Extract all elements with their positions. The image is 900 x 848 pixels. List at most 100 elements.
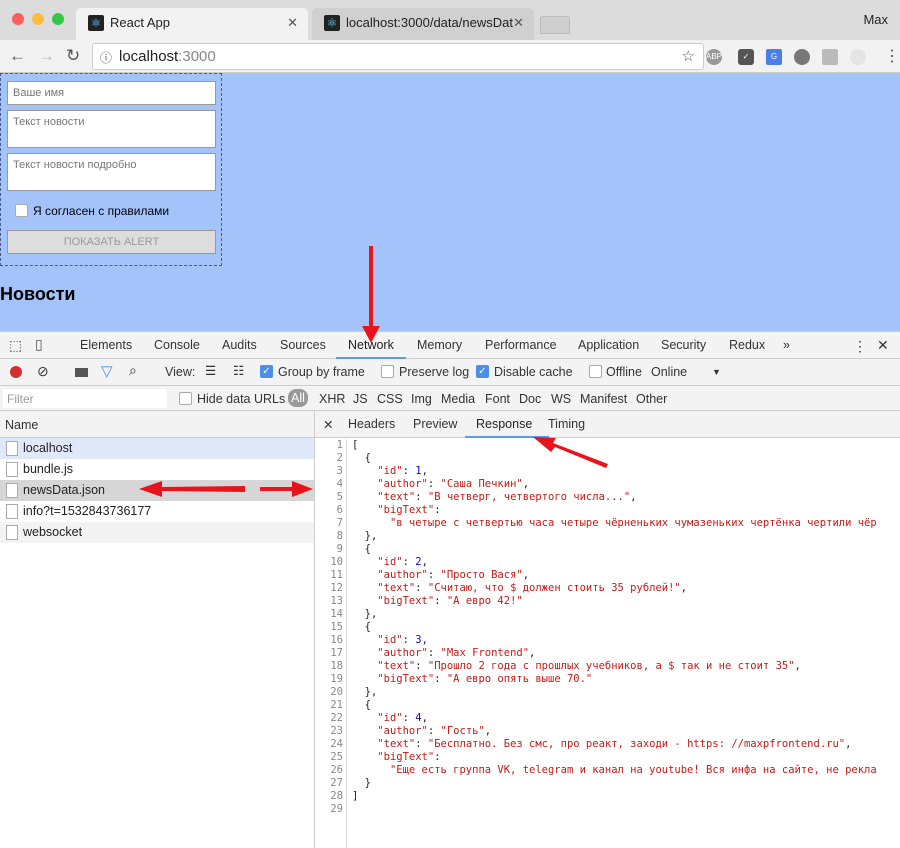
filter-type-img[interactable]: Img <box>411 392 432 406</box>
close-devtools-icon[interactable]: ✕ <box>877 337 889 354</box>
agree-label[interactable]: Я согласен с правилами <box>33 204 169 218</box>
filter-type-font[interactable]: Font <box>485 392 510 406</box>
tab-title: localhost:3000/data/newsData <box>346 15 521 30</box>
filter-icon[interactable]: ▽ <box>101 362 113 380</box>
agree-checkbox[interactable] <box>15 204 28 217</box>
filter-type-manifest[interactable]: Manifest <box>580 392 627 406</box>
name-input[interactable]: Ваше имя <box>7 81 216 105</box>
devtools-tabs: ⬚ ▯ Elements Console Audits Sources Netw… <box>0 332 900 359</box>
filter-input[interactable]: Filter <box>3 389 167 408</box>
tab-preview[interactable]: Preview <box>413 417 457 431</box>
close-tab-icon[interactable]: ✕ <box>513 15 524 31</box>
filter-type-doc[interactable]: Doc <box>519 392 541 406</box>
info-icon[interactable]: ⓘ <box>100 49 112 66</box>
profile-name[interactable]: Max <box>863 12 888 27</box>
hide-data-urls-checkbox[interactable] <box>179 392 192 405</box>
pocket-icon[interactable]: ✓ <box>738 49 754 65</box>
group-by-frame-checkbox[interactable]: ✓ <box>260 365 273 378</box>
throttling-select[interactable]: Online <box>651 365 687 379</box>
record-icon[interactable] <box>10 366 22 378</box>
filter-type-ws[interactable]: WS <box>551 392 571 406</box>
drive-icon[interactable] <box>822 49 838 65</box>
tab-security[interactable]: Security <box>661 338 706 352</box>
tab-memory[interactable]: Memory <box>417 338 462 352</box>
preserve-log-label[interactable]: Preserve log <box>399 365 469 379</box>
reload-button[interactable]: ↻ <box>66 46 80 66</box>
forward-button[interactable]: → <box>38 46 55 66</box>
inspect-element-icon[interactable]: ⬚ <box>9 337 22 354</box>
tab-response[interactable]: Response <box>476 417 532 431</box>
translate-icon[interactable]: G <box>766 49 782 65</box>
response-body[interactable]: 1[2 {3 "id": 1, 4 "author": "Саша Печкин"… <box>315 439 900 848</box>
request-row-selected[interactable]: newsData.json <box>0 480 314 501</box>
screenshot-camera-icon[interactable] <box>75 368 88 377</box>
code-line: 12 "text": "Считаю, что $ должен стоить … <box>315 582 900 595</box>
menu-icon[interactable]: ⋮ <box>884 46 900 66</box>
filter-type-css[interactable]: CSS <box>377 392 403 406</box>
filter-type-xhr[interactable]: XHR <box>319 392 345 406</box>
tab-network[interactable]: Network <box>348 338 394 352</box>
filter-type-other[interactable]: Other <box>636 392 667 406</box>
overview-icon[interactable]: ☷ <box>233 363 244 378</box>
filter-type-all[interactable]: All <box>288 389 308 407</box>
large-rows-icon[interactable]: ☰ <box>205 363 216 378</box>
devtools-menu-icon[interactable]: ⋮ <box>853 338 867 355</box>
filter-type-js[interactable]: JS <box>353 392 368 406</box>
filter-bar: Filter Hide data URLs All XHR JS CSS Img… <box>0 386 900 411</box>
browser-tab-react-app[interactable]: ⚛ React App ✕ <box>76 8 308 40</box>
bigtext-textarea[interactable]: Текст новости подробно <box>7 153 216 191</box>
requests-list: Name localhost bundle.js newsData.json i… <box>0 411 315 848</box>
filter-type-media[interactable]: Media <box>441 392 475 406</box>
tab-audits[interactable]: Audits <box>222 338 257 352</box>
more-tabs-icon[interactable]: » <box>783 338 790 352</box>
request-row[interactable]: localhost <box>0 438 314 459</box>
tab-elements[interactable]: Elements <box>80 338 132 352</box>
bookmark-star-icon[interactable]: ☆ <box>682 47 695 65</box>
tab-headers[interactable]: Headers <box>348 417 395 431</box>
request-row[interactable]: bundle.js <box>0 459 314 480</box>
close-tab-icon[interactable]: ✕ <box>287 15 298 31</box>
dropdown-arrow-icon[interactable]: ▼ <box>712 367 721 377</box>
browser-tab-newsdata[interactable]: ⚛ localhost:3000/data/newsData ✕ <box>312 8 534 40</box>
minimize-window-button[interactable] <box>32 13 44 25</box>
code-line: 17 "author": "Max Frontend", <box>315 647 900 660</box>
line-number: 15 <box>330 621 343 633</box>
code-line: 19 "bigText": "А евро опять выше 70." <box>315 673 900 686</box>
tab-performance[interactable]: Performance <box>485 338 557 352</box>
close-detail-icon[interactable]: ✕ <box>323 417 333 432</box>
preserve-log-checkbox[interactable] <box>381 365 394 378</box>
group-by-frame-label[interactable]: Group by frame <box>278 365 365 379</box>
request-row[interactable]: info?t=1532843736177 <box>0 501 314 522</box>
line-number: 27 <box>330 777 343 789</box>
text-textarea[interactable]: Текст новости <box>7 110 216 148</box>
request-row[interactable]: websocket <box>0 522 314 543</box>
line-number: 29 <box>330 803 343 815</box>
new-tab-button[interactable] <box>540 16 570 34</box>
close-window-button[interactable] <box>12 13 24 25</box>
code-line: 15 { <box>315 621 900 634</box>
offline-label[interactable]: Offline <box>606 365 642 379</box>
show-alert-button[interactable]: ПОКАЗАТЬ ALERT <box>7 230 216 254</box>
adblock-icon[interactable]: ABP <box>706 49 722 65</box>
tab-console[interactable]: Console <box>154 338 200 352</box>
line-number: 16 <box>330 634 343 646</box>
line-number: 2 <box>336 452 343 464</box>
back-button[interactable]: ← <box>9 46 26 66</box>
extension-icon[interactable] <box>794 49 810 65</box>
code-line: 22 "id": 4, <box>315 712 900 725</box>
maximize-window-button[interactable] <box>52 13 64 25</box>
tab-timing[interactable]: Timing <box>548 417 585 431</box>
tab-application[interactable]: Application <box>578 338 639 352</box>
tab-sources[interactable]: Sources <box>280 338 326 352</box>
clear-icon[interactable]: ⊘ <box>37 363 49 380</box>
name-column-header[interactable]: Name <box>0 411 314 438</box>
extension-icon[interactable] <box>850 49 866 65</box>
disable-cache-label[interactable]: Disable cache <box>494 365 573 379</box>
device-toolbar-icon[interactable]: ▯ <box>35 336 43 353</box>
tab-redux[interactable]: Redux <box>729 338 765 352</box>
hide-data-urls-label[interactable]: Hide data URLs <box>197 392 285 406</box>
disable-cache-checkbox[interactable]: ✓ <box>476 365 489 378</box>
address-bar[interactable]: ⓘ localhost:3000 ☆ <box>92 43 704 70</box>
offline-checkbox[interactable] <box>589 365 602 378</box>
search-icon[interactable]: ⌕ <box>129 362 137 379</box>
